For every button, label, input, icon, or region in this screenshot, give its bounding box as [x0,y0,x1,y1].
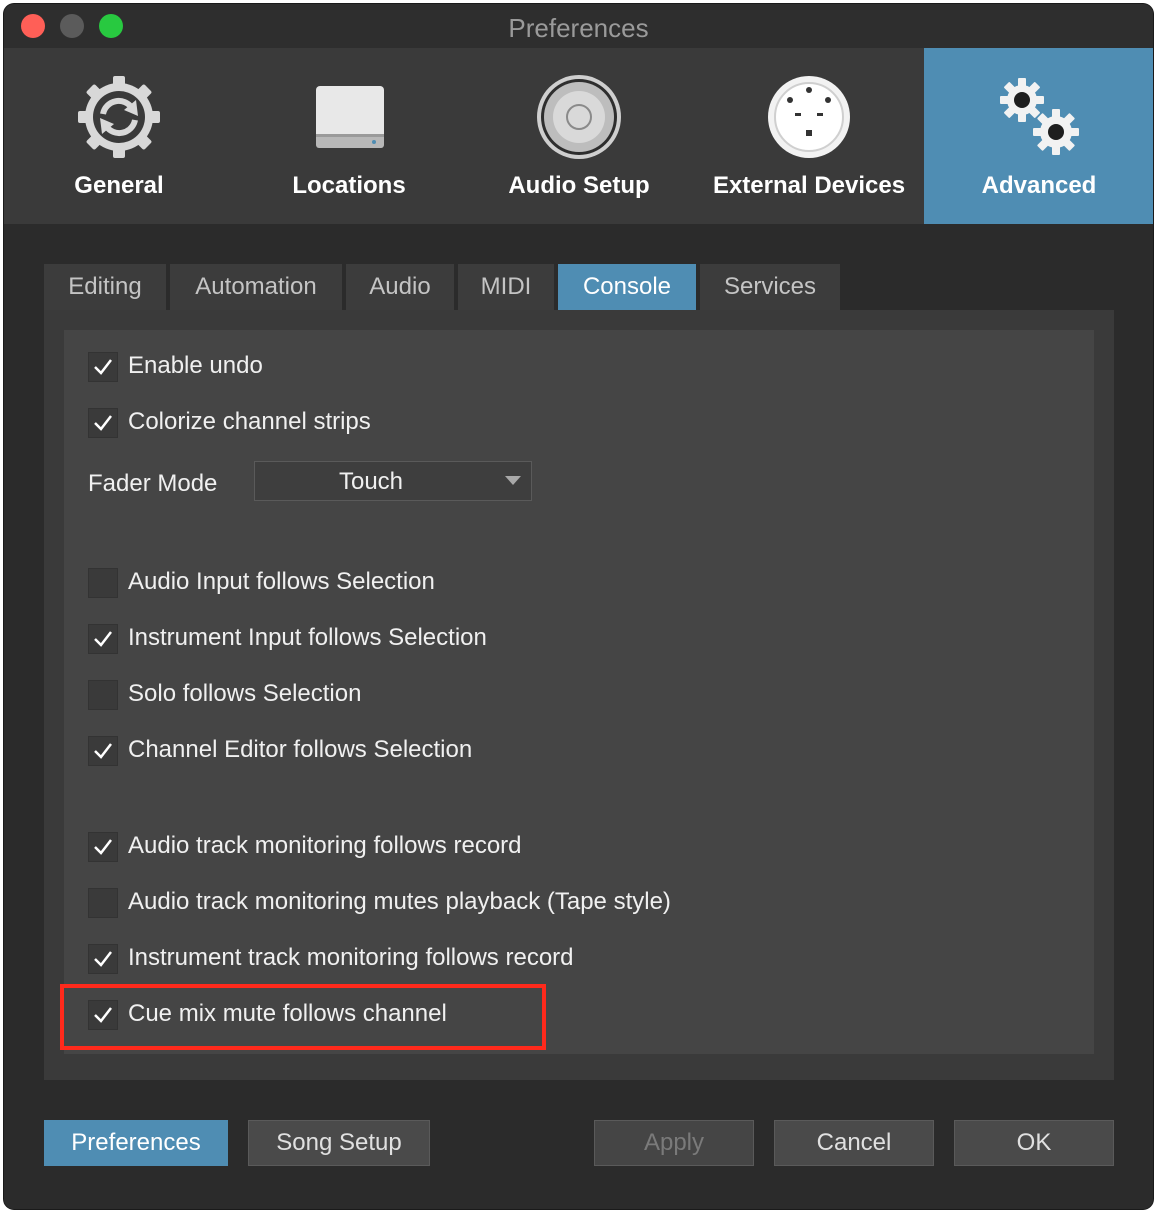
song-setup-button[interactable]: Song Setup [248,1120,430,1166]
title-bar: Preferences [4,4,1153,48]
tab-console[interactable]: Console [558,264,696,310]
tab-automation[interactable]: Automation [170,264,342,310]
dropdown-arrow-icon [505,476,521,485]
instrument-input-follows-selection-checkbox[interactable] [88,624,118,654]
solo-follows-selection-checkbox[interactable] [88,680,118,710]
tab-services[interactable]: Services [700,264,840,310]
toolbar-advanced-label: Advanced [981,172,1097,199]
toolbar-external-devices[interactable]: External Devices [694,48,924,224]
checkmark-icon [94,951,112,967]
cue-mix-mute-follows-channel-checkbox[interactable] [88,1000,118,1030]
fader-mode-value: Touch [338,468,404,495]
instrument-track-monitoring-follows-record-checkbox[interactable] [88,944,118,974]
preferences-window: Preferences General Locations Audio Setu… [4,4,1153,1209]
preferences-content: Editing Automation Audio MIDI Console Se… [4,224,1153,1209]
solo-follows-selection-label: Solo follows Selection [128,680,362,707]
preferences-toolbar: General Locations Audio Setup External D… [4,48,1153,224]
checkmark-icon [94,359,112,375]
colorize-channel-strips-checkbox[interactable] [88,408,118,438]
toolbar-external-devices-label: External Devices [712,172,906,199]
toolbar-locations[interactable]: Locations [234,48,464,224]
channel-editor-follows-selection-checkbox[interactable] [88,736,118,766]
drive-icon [316,86,384,148]
checkmark-icon [94,631,112,647]
audio-track-monitoring-follows-record-label: Audio track monitoring follows record [128,832,522,859]
audio-input-follows-selection-label: Audio Input follows Selection [128,568,435,595]
toolbar-general-label: General [74,172,164,199]
cancel-button[interactable]: Cancel [774,1120,934,1166]
ok-button[interactable]: OK [954,1120,1114,1166]
toolbar-advanced[interactable]: Advanced [924,48,1153,224]
tab-midi[interactable]: MIDI [458,264,554,310]
refresh-gear-icon [78,76,160,158]
audio-track-monitoring-mutes-playback-label: Audio track monitoring mutes playback (T… [128,888,671,915]
audio-track-monitoring-mutes-playback-checkbox[interactable] [88,888,118,918]
checkmark-icon [94,743,112,759]
instrument-input-follows-selection-label: Instrument Input follows Selection [128,624,487,651]
colorize-channel-strips-label: Colorize channel strips [128,408,371,435]
toolbar-audio-setup-label: Audio Setup [508,172,650,199]
cue-mix-mute-follows-channel-label: Cue mix mute follows channel [128,1000,447,1027]
apply-button[interactable]: Apply [594,1120,754,1166]
instrument-track-monitoring-follows-record-label: Instrument track monitoring follows reco… [128,944,574,971]
checkmark-icon [94,839,112,855]
window-title: Preferences [508,13,649,43]
toolbar-locations-label: Locations [292,172,406,199]
audio-input-follows-selection-checkbox[interactable] [88,568,118,598]
audio-track-monitoring-follows-record-checkbox[interactable] [88,832,118,862]
preferences-button[interactable]: Preferences [44,1120,228,1166]
tab-editing[interactable]: Editing [44,264,166,310]
speaker-icon [537,75,621,159]
console-settings-panel: Enable undo Colorize channel strips Fade… [44,310,1114,1080]
fader-mode-dropdown[interactable]: Touch [254,461,532,501]
fader-mode-label: Fader Mode [88,470,218,497]
gears-icon [1000,78,1079,155]
checkmark-icon [94,1007,112,1023]
enable-undo-label: Enable undo [128,352,263,379]
checkmark-icon [94,415,112,431]
toolbar-audio-setup[interactable]: Audio Setup [464,48,694,224]
midi-port-icon [768,76,850,158]
enable-undo-checkbox[interactable] [88,352,118,382]
toolbar-general[interactable]: General [4,48,234,224]
tab-audio[interactable]: Audio [346,264,454,310]
channel-editor-follows-selection-label: Channel Editor follows Selection [128,736,473,763]
console-settings-inner: Enable undo Colorize channel strips Fade… [64,330,1094,1054]
